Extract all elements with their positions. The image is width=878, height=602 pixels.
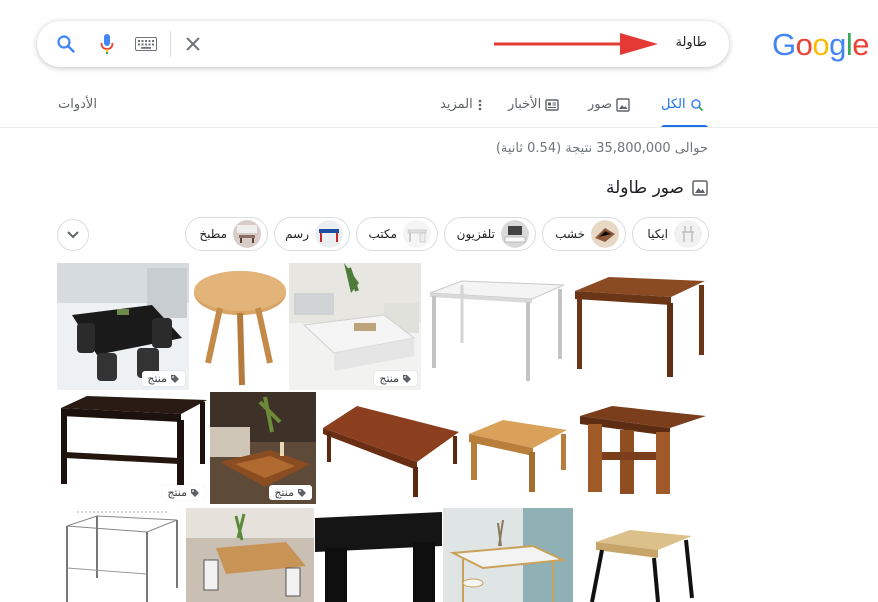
expand-chips-button[interactable] <box>57 219 89 251</box>
chip-label: ايكيا <box>647 227 668 241</box>
tab-all[interactable]: الكل <box>661 97 704 112</box>
product-badge-label: منتج <box>274 486 294 499</box>
tab-news[interactable]: الأخبار <box>508 97 559 112</box>
image-result[interactable] <box>443 508 573 602</box>
image-result[interactable] <box>463 392 571 504</box>
search-divider <box>170 31 171 57</box>
tools-label: الأدوات <box>58 97 97 112</box>
chip-ikea[interactable]: ايكيا <box>632 217 709 251</box>
chip-thumbnail <box>674 220 702 248</box>
image-result[interactable] <box>186 508 314 602</box>
search-icon[interactable] <box>55 33 77 55</box>
table-image <box>317 392 462 504</box>
table-image <box>186 508 314 602</box>
search-input[interactable]: طاولة <box>675 35 707 50</box>
table-image <box>315 508 442 602</box>
image-result[interactable] <box>190 263 288 390</box>
image-result[interactable]: منتج <box>210 392 316 504</box>
image-icon <box>692 180 708 196</box>
chip-kitchen[interactable]: مطبخ <box>185 217 268 251</box>
logo-letter: e <box>852 27 870 62</box>
chip-label: رسم <box>285 227 309 241</box>
section-title: صور طاولة <box>605 178 684 198</box>
tag-icon <box>191 488 199 497</box>
table-image <box>422 263 568 390</box>
chip-wood[interactable]: خشب <box>542 217 626 251</box>
tab-more[interactable]: المزيد <box>440 97 483 112</box>
images-section-header[interactable]: صور طاولة <box>606 178 708 198</box>
image-result[interactable] <box>422 263 568 390</box>
chip-tv[interactable]: تلفزيون <box>444 217 536 251</box>
result-stats: حوالى 35,800,000 نتيجة (0.54 ثانية) <box>495 141 708 156</box>
product-badge: منتج <box>269 485 312 500</box>
chip-label: مطبخ <box>199 227 227 241</box>
chip-thumbnail <box>233 220 261 248</box>
tab-label: الكل <box>661 97 686 112</box>
chip-drawing[interactable]: رسم <box>274 217 350 251</box>
search-icon <box>690 98 703 111</box>
keyboard-icon[interactable] <box>134 34 158 54</box>
table-image <box>57 508 185 602</box>
tab-label: صور <box>588 97 613 112</box>
image-result[interactable] <box>57 508 185 602</box>
logo-letter: o <box>795 27 813 62</box>
chip-thumbnail <box>501 220 529 248</box>
logo-letter: g <box>829 27 846 62</box>
chevron-down-icon <box>67 231 79 239</box>
image-result[interactable]: منتج <box>57 263 189 390</box>
chip-thumbnail <box>591 220 619 248</box>
clear-icon[interactable] <box>181 32 205 56</box>
voice-search-icon[interactable] <box>96 32 118 56</box>
tools-button[interactable]: الأدوات <box>58 97 97 112</box>
chip-label: مكتب <box>368 227 397 241</box>
tab-label: الأخبار <box>508 97 542 112</box>
arrow-annotation-icon <box>494 33 658 55</box>
image-result[interactable]: منتج <box>289 263 421 390</box>
table-image <box>574 508 709 602</box>
image-result[interactable]: منتج <box>57 392 209 504</box>
product-badge: منتج <box>162 485 205 500</box>
table-image <box>463 392 571 504</box>
product-badge-label: منتج <box>147 372 167 385</box>
chip-office[interactable]: مكتب <box>356 217 438 251</box>
chip-label: خشب <box>555 227 585 241</box>
tabs-divider <box>0 127 878 128</box>
image-result[interactable] <box>572 392 709 504</box>
search-box[interactable]: طاولة <box>37 21 729 67</box>
google-logo[interactable]: Google <box>772 27 870 63</box>
tab-images[interactable]: صور <box>588 97 630 112</box>
news-icon <box>545 98 559 111</box>
image-result[interactable] <box>574 508 709 602</box>
product-badge: منتج <box>142 371 185 386</box>
table-image <box>443 508 573 602</box>
tag-icon <box>171 374 179 383</box>
logo-letter: G <box>772 27 796 62</box>
image-result[interactable] <box>569 263 709 390</box>
table-image <box>572 392 709 504</box>
image-icon <box>616 97 630 112</box>
image-result[interactable] <box>317 392 462 504</box>
tab-label: المزيد <box>440 97 473 112</box>
image-result[interactable] <box>315 508 442 602</box>
product-badge: منتج <box>374 371 417 386</box>
tag-icon <box>298 488 306 497</box>
tag-icon <box>403 374 411 383</box>
logo-letter: o <box>812 27 830 62</box>
product-badge-label: منتج <box>379 372 399 385</box>
product-badge-label: منتج <box>167 486 187 499</box>
table-image <box>569 263 709 390</box>
chip-thumbnail <box>403 220 431 248</box>
chip-thumbnail <box>315 220 343 248</box>
more-vert-icon <box>478 99 482 110</box>
table-image <box>190 263 288 390</box>
chip-label: تلفزيون <box>456 227 495 241</box>
